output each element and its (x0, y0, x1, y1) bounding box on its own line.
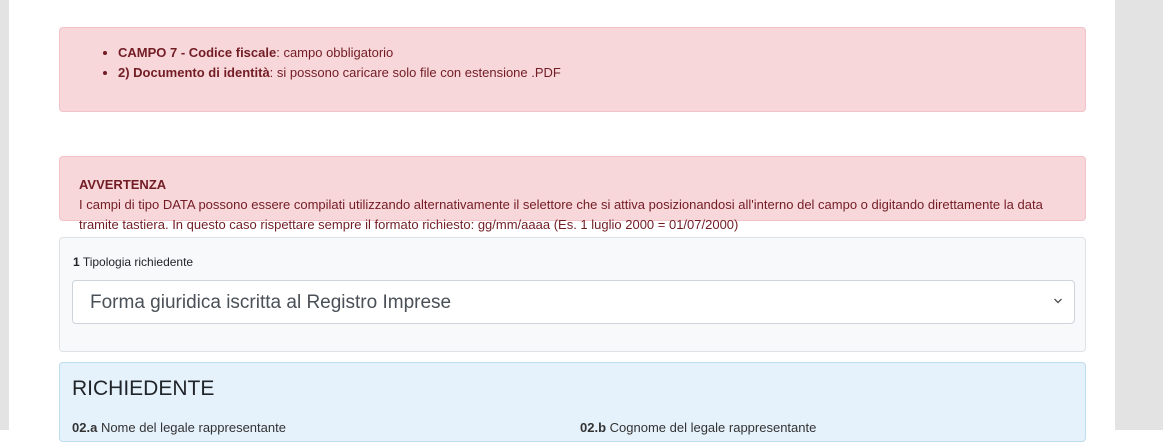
error-item: 2) Documento di identità: si possono car… (118, 63, 1085, 83)
chevron-down-icon (1054, 298, 1062, 304)
field-label: Nome del legale rappresentante (100, 420, 286, 435)
tipologia-panel: 1 Tipologia richiedente Forma giuridica … (59, 237, 1086, 352)
validation-error-alert: CAMPO 7 - Codice fiscale: campo obbligat… (59, 27, 1086, 112)
section-heading: RICHIEDENTE (72, 377, 215, 400)
warning-text: I campi di tipo DATA possono essere comp… (79, 197, 1043, 232)
error-message: : si possono caricare solo file con este… (269, 65, 561, 80)
field-label-cognome: 02.b Cognome del legale rappresentante (580, 420, 816, 435)
error-list: CAMPO 7 - Codice fiscale: campo obbligat… (60, 28, 1085, 83)
field-number: 02.a (72, 420, 98, 435)
field-number: 1 (73, 255, 80, 269)
error-field: 2) Documento di identità (118, 65, 270, 80)
tipologia-select[interactable]: Forma giuridica iscritta al Registro Imp… (72, 280, 1075, 324)
error-item: CAMPO 7 - Codice fiscale: campo obbligat… (118, 43, 1085, 63)
tipologia-selected-value: Forma giuridica iscritta al Registro Imp… (90, 292, 452, 313)
field-label: Cognome del legale rappresentante (609, 420, 817, 435)
warning-title: AVVERTENZA (79, 177, 167, 192)
richiedente-section: RICHIEDENTE 02.a Nome del legale rappres… (59, 362, 1086, 442)
field-label: Tipologia richiedente (82, 255, 194, 269)
tipologia-label: 1 Tipologia richiedente (73, 254, 193, 270)
field-number: 02.b (580, 420, 607, 435)
right-scrollbar-track[interactable] (1115, 0, 1163, 430)
left-gutter (0, 0, 9, 430)
date-warning-alert: AVVERTENZA I campi di tipo DATA possono … (59, 156, 1086, 232)
error-message: : campo obbligatorio (276, 45, 394, 60)
field-label-nome: 02.a Nome del legale rappresentante (72, 420, 286, 435)
error-field: CAMPO 7 - Codice fiscale (118, 45, 277, 60)
